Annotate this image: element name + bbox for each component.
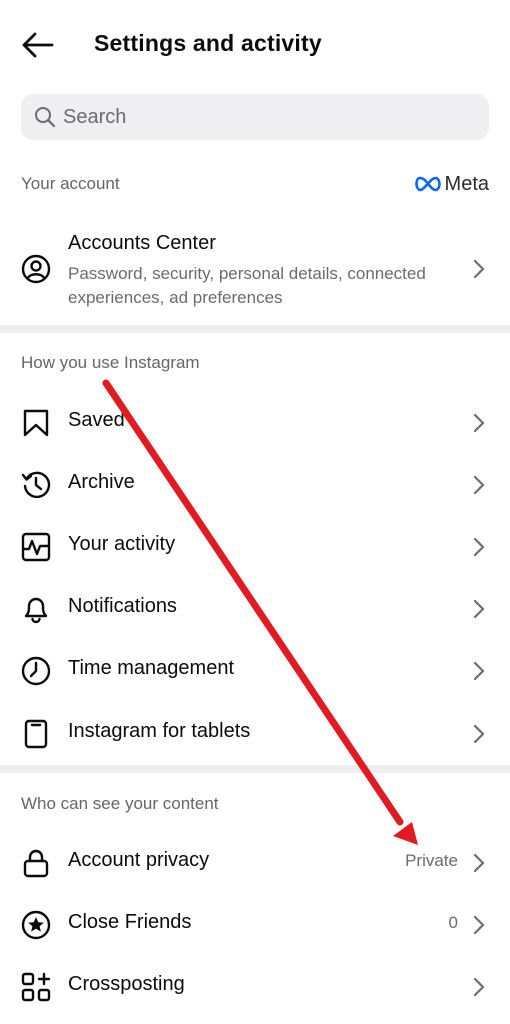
row-archive[interactable]: Archive xyxy=(0,454,510,516)
back-button[interactable] xyxy=(20,30,54,60)
page-title: Settings and activity xyxy=(94,30,322,56)
crossposting-icon xyxy=(21,972,51,1002)
row-account-privacy[interactable]: Account privacy Private xyxy=(0,832,510,894)
section-label-how-you-use: How you use Instagram xyxy=(21,353,200,372)
section-label-who-can-see: Who can see your content xyxy=(21,794,219,813)
chevron-right-icon xyxy=(473,661,485,681)
chevron-right-icon xyxy=(473,599,485,619)
chevron-right-icon xyxy=(473,475,485,495)
row-label: Time management xyxy=(68,657,234,679)
meta-brand-text: Meta xyxy=(444,172,489,195)
row-crossposting[interactable]: Crossposting xyxy=(0,956,510,1018)
row-label: Archive xyxy=(68,471,135,493)
search-bar[interactable] xyxy=(21,94,489,140)
row-label: Close Friends xyxy=(68,911,192,933)
chevron-right-icon xyxy=(473,724,485,744)
row-saved[interactable]: Saved xyxy=(0,392,510,454)
row-label: Account privacy xyxy=(68,849,210,871)
clock-icon xyxy=(21,656,51,686)
bell-icon xyxy=(24,597,48,624)
chevron-right-icon xyxy=(473,977,485,997)
activity-icon xyxy=(21,532,51,562)
lock-icon xyxy=(23,849,49,878)
section-label-your-account: Your account xyxy=(21,174,120,193)
section-divider xyxy=(0,325,510,333)
chevron-right-icon xyxy=(473,537,485,557)
row-label: Instagram for tablets xyxy=(68,720,251,742)
search-input[interactable] xyxy=(63,103,463,131)
row-time-management[interactable]: Time management xyxy=(0,640,510,702)
section-divider xyxy=(0,765,510,773)
archive-icon xyxy=(21,471,51,499)
chevron-right-icon xyxy=(473,853,485,873)
close-friends-count: 0 xyxy=(448,913,458,932)
bookmark-icon xyxy=(23,409,49,437)
back-arrow-icon xyxy=(22,32,54,58)
privacy-status-value: Private xyxy=(405,851,458,870)
meta-infinity-icon xyxy=(414,176,441,192)
row-label: Crossposting xyxy=(68,973,185,995)
row-label: Your activity xyxy=(68,533,176,555)
chevron-right-icon xyxy=(473,413,485,433)
row-label: Saved xyxy=(68,409,125,431)
row-your-activity[interactable]: Your activity xyxy=(0,516,510,578)
account-circle-icon xyxy=(21,254,51,284)
accounts-center-title: Accounts Center xyxy=(68,232,216,254)
row-notifications[interactable]: Notifications xyxy=(0,578,510,640)
top-bar: Settings and activity xyxy=(0,0,510,90)
chevron-right-icon xyxy=(473,915,485,935)
meta-logo: Meta xyxy=(414,172,489,196)
accounts-center-subtitle: Password, security, personal details, co… xyxy=(68,264,426,307)
tablet-icon xyxy=(24,719,48,749)
row-label: Notifications xyxy=(68,595,177,617)
row-instagram-for-tablets[interactable]: Instagram for tablets xyxy=(0,703,510,765)
row-close-friends[interactable]: Close Friends 0 xyxy=(0,894,510,956)
search-icon xyxy=(35,107,56,128)
chevron-right-icon xyxy=(473,259,485,279)
star-icon xyxy=(21,910,51,940)
